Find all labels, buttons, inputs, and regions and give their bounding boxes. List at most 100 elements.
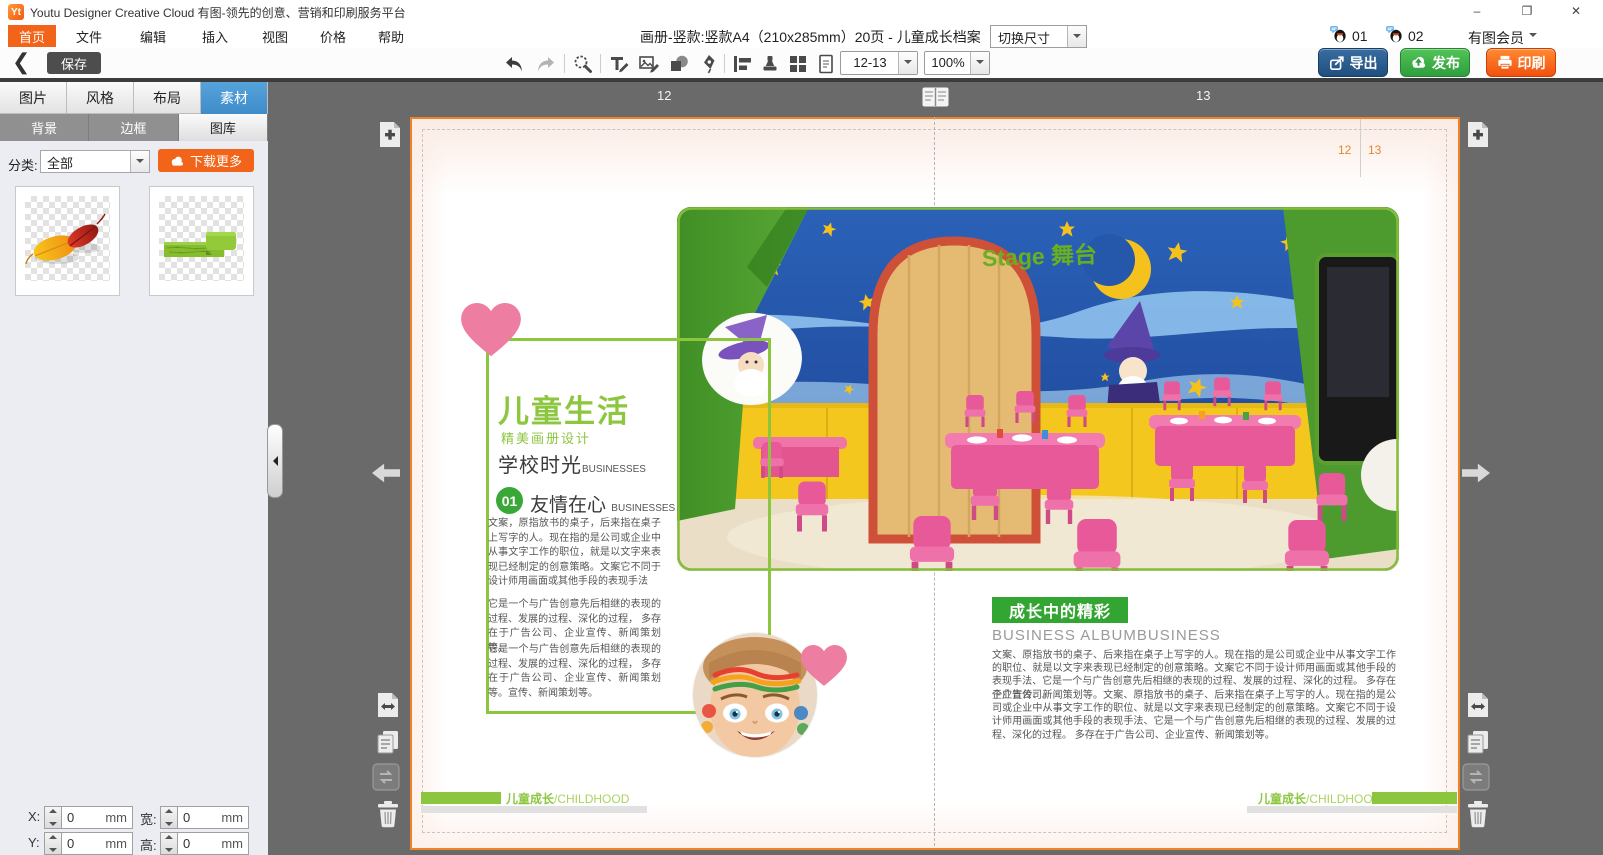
cloud-icon xyxy=(170,156,185,166)
member-dropdown[interactable]: 有图会员 xyxy=(1468,28,1537,48)
design-page-number-left: 12 xyxy=(1338,143,1351,157)
qq-penguin-icon[interactable] xyxy=(1330,26,1347,43)
copy-page-button[interactable] xyxy=(1464,727,1492,757)
height-unit: mm xyxy=(221,836,243,851)
qq-penguin-icon[interactable] xyxy=(1386,26,1403,43)
stamp-tool-button[interactable] xyxy=(758,52,782,76)
swap-page-button-disabled[interactable] xyxy=(372,762,400,792)
switch-size-dropdown[interactable]: 切换尺寸 xyxy=(990,25,1087,48)
subtab-borders[interactable]: 边框 xyxy=(89,114,178,141)
x-stepper[interactable] xyxy=(44,806,62,829)
menu-item-price[interactable]: 价格 xyxy=(316,25,350,47)
subtab-backgrounds[interactable]: 背景 xyxy=(0,114,89,141)
height-input[interactable]: 0mm xyxy=(177,832,249,855)
app-window: Yt Youtu Designer Creative Cloud 有图-领先的创… xyxy=(0,0,1603,855)
tab-layout[interactable]: 布局 xyxy=(134,82,201,114)
y-stepper[interactable] xyxy=(44,832,62,855)
close-button[interactable]: ✕ xyxy=(1561,0,1591,22)
page-view-button[interactable] xyxy=(814,52,838,76)
width-input[interactable]: 0mm xyxy=(177,806,249,829)
menu-item-home[interactable]: 首页 xyxy=(8,25,56,47)
design-number-badge[interactable]: 01 xyxy=(496,487,523,514)
menu-item-edit[interactable]: 编辑 xyxy=(136,25,170,47)
publish-button[interactable]: 发布 xyxy=(1400,48,1470,77)
zoom-level-dropdown[interactable]: 100% xyxy=(924,51,990,75)
sidebar-subtabs: 背景 边框 图库 xyxy=(0,114,268,141)
spread-view-icon[interactable] xyxy=(922,87,949,107)
category-dropdown[interactable]: 全部 xyxy=(40,150,150,173)
qq-account-1[interactable]: 01 xyxy=(1352,28,1368,44)
maximize-button[interactable]: ❐ xyxy=(1512,0,1542,22)
download-more-label: 下载更多 xyxy=(190,151,242,170)
undo-button[interactable] xyxy=(502,52,526,76)
prev-spread-button[interactable] xyxy=(372,458,400,488)
download-more-button[interactable]: 下载更多 xyxy=(158,149,254,172)
footer-bar-right xyxy=(1372,792,1457,804)
print-button[interactable]: 印刷 xyxy=(1486,48,1556,77)
design-paragraph-1[interactable]: 文案，原指放书的桌子，后来指在桌子上写字的人。现在指的是公司或企业中从事文字工作… xyxy=(488,517,661,590)
export-icon xyxy=(1329,55,1345,71)
shape-tool-button[interactable] xyxy=(667,52,691,76)
menu-item-file[interactable]: 文件 xyxy=(72,25,106,47)
menu-item-insert[interactable]: 插入 xyxy=(198,25,232,47)
tab-materials[interactable]: 素材 xyxy=(201,82,268,114)
menu-item-view[interactable]: 视图 xyxy=(258,25,292,47)
design-right-paragraph-2[interactable]: 企业宣传、新闻策划等。文案、原指放书的桌子、后来指在桌子上写字的人。现在指的是公… xyxy=(992,689,1396,742)
back-button[interactable]: ❮ xyxy=(12,50,30,74)
copy-page-button[interactable] xyxy=(374,727,402,757)
design-item-title[interactable]: 友情在心 BUSINESSES xyxy=(530,490,675,517)
swap-page-button-disabled[interactable] xyxy=(1462,762,1490,792)
page-range-dropdown[interactable]: 12-13 xyxy=(840,51,918,75)
design-subtitle[interactable]: 精美画册设计 xyxy=(501,428,591,447)
youtu-logo-icon: Yt xyxy=(8,4,24,20)
titlebar: Yt Youtu Designer Creative Cloud 有图-领先的创… xyxy=(0,0,1603,24)
add-page-button[interactable] xyxy=(1464,119,1492,149)
magic-select-button[interactable] xyxy=(571,52,595,76)
tab-styles[interactable]: 风格 xyxy=(67,82,134,114)
design-right-heading[interactable]: 成长中的精彩 xyxy=(992,597,1128,623)
heart-decoration[interactable] xyxy=(461,303,521,359)
leaves-material xyxy=(25,196,110,281)
design-paragraph-3[interactable]: 它是一个与广告创意先后相继的表现的过程、发展的过程、深化的过程， 多存在于广告公… xyxy=(488,643,661,701)
sidebar-collapse-handle[interactable] xyxy=(267,424,283,498)
kid-photo-circle[interactable] xyxy=(693,633,817,757)
pen-tool-button[interactable] xyxy=(697,52,721,76)
minimize-button[interactable]: – xyxy=(1462,0,1492,22)
delete-page-button[interactable] xyxy=(374,799,402,829)
redo-button[interactable] xyxy=(534,52,558,76)
tab-images[interactable]: 图片 xyxy=(0,82,67,114)
subtab-gallery[interactable]: 图库 xyxy=(179,114,268,141)
align-tool-button[interactable] xyxy=(730,52,754,76)
save-button[interactable]: 保存 xyxy=(47,52,101,74)
chevron-down-icon xyxy=(970,52,989,74)
design-title[interactable]: 儿童生活 xyxy=(498,386,630,431)
height-stepper[interactable] xyxy=(160,832,178,855)
design-section-en: BUSINESSES xyxy=(582,464,646,475)
delete-page-button[interactable] xyxy=(1464,799,1492,829)
add-page-button[interactable] xyxy=(376,119,404,149)
design-item-cn: 友情在心 xyxy=(530,495,606,516)
heart-decoration-small[interactable] xyxy=(801,645,847,688)
material-thumbnail-leaves[interactable] xyxy=(15,186,120,296)
image-edit-button[interactable] xyxy=(637,52,661,76)
stage-classroom-photo[interactable]: Stage 舞台 xyxy=(677,207,1399,571)
next-spread-button[interactable] xyxy=(1462,458,1490,488)
grid-view-button[interactable] xyxy=(786,52,810,76)
menu-item-help[interactable]: 帮助 xyxy=(374,25,408,47)
footer-shadow-left xyxy=(421,806,647,813)
qq-account-2[interactable]: 02 xyxy=(1408,28,1424,44)
x-input[interactable]: 0mm xyxy=(61,806,133,829)
chevron-down-icon xyxy=(130,151,149,172)
resize-page-button[interactable] xyxy=(374,690,402,720)
footer-shadow-right xyxy=(1247,806,1457,813)
material-thumbnail-ribbon[interactable] xyxy=(149,186,254,296)
design-section-title[interactable]: 学校时光BUSINESSES xyxy=(498,449,646,478)
design-section-cn: 学校时光 xyxy=(498,455,582,477)
y-value: 0 xyxy=(67,836,74,851)
text-edit-button[interactable] xyxy=(607,52,631,76)
width-stepper[interactable] xyxy=(160,806,178,829)
resize-page-button[interactable] xyxy=(1464,690,1492,720)
footer-right: 儿童成长/CHILDHOOD xyxy=(1258,790,1381,807)
y-input[interactable]: 0mm xyxy=(61,832,133,855)
export-button[interactable]: 导出 xyxy=(1318,48,1388,77)
